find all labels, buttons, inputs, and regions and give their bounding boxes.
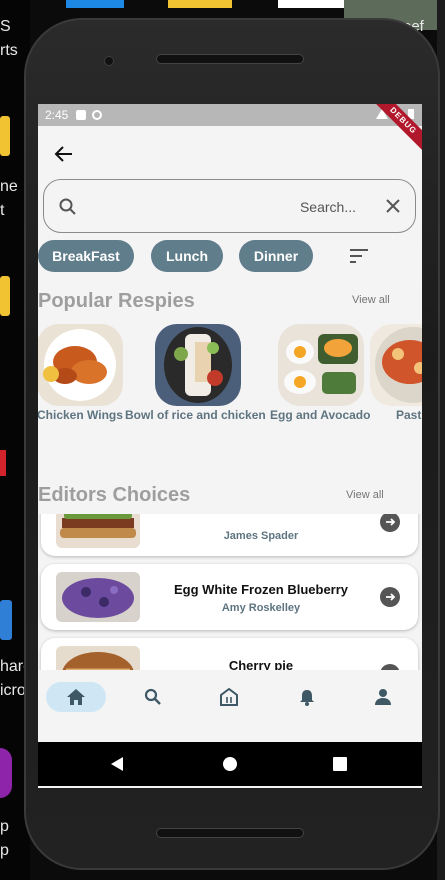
home-icon	[67, 689, 85, 705]
recipe-thumbnail	[56, 572, 140, 622]
nav-meal-plan[interactable]	[214, 682, 244, 712]
desktop-label: icro	[0, 682, 26, 699]
popular-section-title: Popular Respies	[38, 290, 195, 312]
editor-card[interactable]: Egg White Frozen Blueberry Amy Roskelley	[41, 564, 418, 630]
popular-recipes-carousel[interactable]: Chicken Wings Bowl of rice and chicken E…	[38, 324, 422, 424]
desktop-label: t	[0, 202, 5, 219]
desktop-taskbar-tile[interactable]	[66, 0, 124, 8]
recipe-thumbnail	[56, 646, 140, 670]
arrow-right-icon[interactable]	[380, 514, 400, 532]
system-recents-icon[interactable]	[333, 757, 347, 771]
search-icon	[59, 198, 76, 215]
editors-section-title: Editors Choices	[38, 484, 191, 506]
search-bar[interactable]	[43, 179, 416, 233]
status-time: 2:45	[45, 108, 69, 122]
recipe-image	[155, 324, 241, 406]
recipe-name: Chicken Wings	[38, 408, 123, 422]
recipe-card-pasta[interactable]: Past	[370, 324, 422, 422]
card-author: Amy Roskelley	[221, 602, 301, 614]
chip-breakfast[interactable]: BreakFast	[38, 240, 134, 272]
recipe-card-rice-chicken[interactable]: Bowl of rice and chicken	[125, 324, 266, 422]
profile-icon	[375, 689, 391, 705]
bottom-speaker	[156, 828, 304, 838]
earpiece-speaker	[156, 54, 304, 64]
category-chips: BreakFast Lunch Dinner	[38, 240, 422, 272]
recipe-card-chicken-wings[interactable]: Chicken Wings	[38, 324, 123, 422]
desktop-label: p	[0, 842, 9, 859]
desktop-label: ne	[0, 178, 18, 195]
sd-card-icon	[76, 110, 87, 120]
chip-dinner[interactable]: Dinner	[239, 240, 313, 272]
recipe-name: Bowl of rice and chicken	[125, 408, 266, 422]
desktop-label: p	[0, 818, 9, 835]
back-button[interactable]	[52, 142, 76, 166]
card-author: James Spader	[223, 530, 299, 542]
chip-lunch[interactable]: Lunch	[151, 240, 223, 272]
nav-notifications[interactable]	[292, 682, 322, 712]
arrow-right-icon[interactable]	[380, 587, 400, 607]
arrow-left-icon	[54, 146, 72, 162]
system-navigation-bar	[38, 742, 422, 786]
editor-card[interactable]: James Spader	[41, 514, 418, 556]
notifications-icon	[300, 690, 314, 706]
desktop-folder-icon[interactable]	[0, 276, 10, 316]
popular-view-all-link[interactable]: View all	[352, 294, 390, 306]
editors-view-all-link[interactable]: View all	[346, 489, 384, 501]
recipe-thumbnail	[56, 514, 140, 548]
meal-plan-icon	[220, 688, 238, 706]
nav-home[interactable]	[46, 682, 106, 712]
recipe-image	[370, 324, 422, 406]
desktop-app-icon[interactable]	[0, 450, 6, 476]
status-bar: 2:45	[38, 104, 422, 126]
card-title: Cherry pie	[228, 658, 294, 670]
app-screen: 2:45 DEBUG BreakFast Lunch Dinner	[38, 104, 422, 788]
system-home-icon[interactable]	[223, 757, 237, 771]
nav-profile[interactable]	[368, 682, 398, 712]
desktop-app-icon[interactable]	[0, 748, 12, 798]
desktop-folder-icon[interactable]	[0, 116, 10, 156]
search-icon	[144, 688, 161, 705]
close-icon[interactable]	[385, 198, 401, 214]
front-camera	[104, 56, 114, 66]
desktop-app-icon[interactable]	[0, 600, 12, 640]
desktop-taskbar-tile[interactable]	[278, 0, 344, 8]
recipe-name: Past	[396, 408, 422, 422]
editor-card[interactable]: Cherry pie	[41, 638, 418, 670]
editors-choices-list[interactable]: James Spader Egg White Frozen Blueberry …	[38, 514, 422, 670]
recipe-image	[278, 324, 364, 406]
recipe-name: Egg and Avocado	[270, 408, 371, 422]
recipe-card-egg-avocado[interactable]: Egg and Avocado	[270, 324, 370, 422]
desktop-label: rts	[0, 42, 18, 59]
desktop-taskbar-tile[interactable]	[168, 0, 232, 8]
sort-icon[interactable]	[350, 248, 368, 264]
card-title: Egg White Frozen Blueberry	[173, 582, 349, 597]
system-back-icon[interactable]	[111, 757, 123, 771]
search-input[interactable]	[92, 192, 356, 222]
sync-icon	[92, 110, 103, 120]
recipe-image	[38, 324, 123, 406]
desktop-label: S	[0, 18, 11, 35]
nav-search[interactable]	[138, 682, 168, 712]
